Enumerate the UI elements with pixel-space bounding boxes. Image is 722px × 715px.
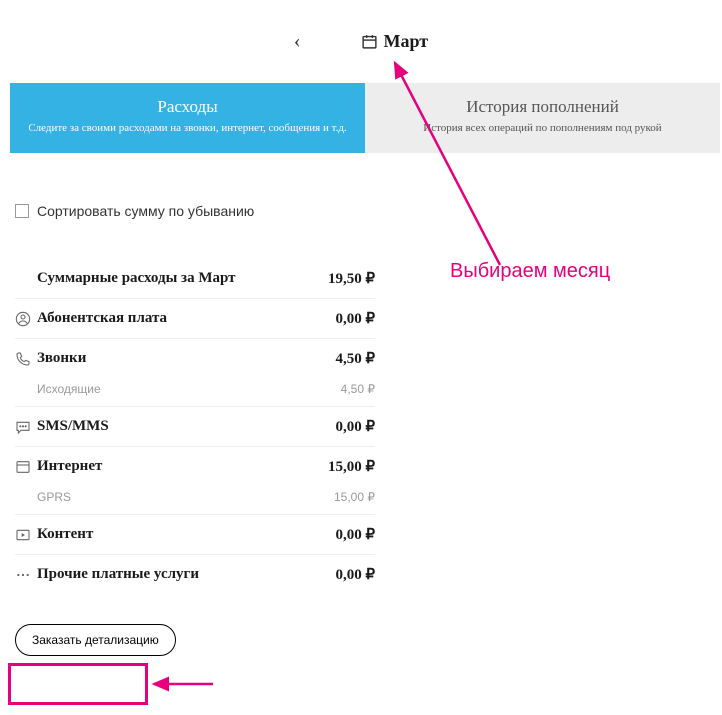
calls-label: Звонки [37, 350, 335, 367]
order-details-button[interactable]: Заказать детализацию [15, 624, 176, 656]
row-calls-sub: Исходящие 4,50 ₽ [15, 378, 375, 407]
summary-label: Суммарные расходы за Март [37, 270, 328, 287]
month-selector: ‹ Март [0, 0, 722, 73]
row-subscription[interactable]: Абонентская плата 0,00 ₽ [15, 299, 375, 339]
row-content[interactable]: Контент 0,00 ₽ [15, 515, 375, 555]
tabs: Расходы Следите за своими расходами на з… [10, 83, 720, 153]
tab-history-title: История пополнений [375, 97, 710, 117]
row-sms[interactable]: SMS/MMS 0,00 ₽ [15, 407, 375, 447]
sms-value: 0,00 ₽ [335, 417, 375, 436]
row-internet-sub: GPRS 15,00 ₽ [15, 486, 375, 515]
phone-icon [15, 351, 37, 367]
browser-icon [15, 459, 37, 475]
internet-sublabel: GPRS [37, 490, 334, 504]
calls-sublabel: Исходящие [37, 382, 341, 396]
calls-value: 4,50 ₽ [335, 349, 375, 368]
message-icon [15, 419, 37, 435]
sort-label: Сортировать сумму по убыванию [37, 203, 254, 219]
calls-subvalue: 4,50 ₽ [341, 382, 375, 396]
subscription-label: Абонентская плата [37, 310, 335, 327]
other-value: 0,00 ₽ [335, 565, 375, 584]
month-label: Март [384, 31, 429, 52]
tab-expenses-subtitle: Следите за своими расходами на звонки, и… [20, 121, 355, 135]
summary-value: 19,50 ₽ [328, 269, 375, 288]
row-calls[interactable]: Звонки 4,50 ₽ [15, 339, 375, 378]
tab-history[interactable]: История пополнений История всех операций… [365, 83, 720, 153]
dots-icon [15, 567, 37, 583]
subscription-value: 0,00 ₽ [335, 309, 375, 328]
internet-value: 15,00 ₽ [328, 457, 375, 476]
annotation-text: Выбираем месяц [450, 260, 610, 283]
sort-checkbox[interactable] [15, 204, 29, 218]
tab-history-subtitle: История всех операций по пополнениям под… [375, 121, 710, 135]
annotation-arrow-bottom [148, 672, 218, 696]
expenses-content: Сортировать сумму по убыванию Суммарные … [15, 153, 375, 656]
summary-row: Суммарные расходы за Март 19,50 ₽ [15, 259, 375, 299]
other-label: Прочие платные услуги [37, 566, 335, 583]
content-value: 0,00 ₽ [335, 525, 375, 544]
prev-month-button[interactable]: ‹ [294, 30, 301, 53]
row-other[interactable]: Прочие платные услуги 0,00 ₽ [15, 555, 375, 594]
internet-label: Интернет [37, 458, 328, 475]
tab-expenses-title: Расходы [20, 97, 355, 117]
calendar-icon [361, 33, 378, 50]
month-picker[interactable]: Март [361, 31, 429, 52]
content-label: Контент [37, 526, 335, 543]
annotation-highlight [8, 663, 148, 705]
sms-label: SMS/MMS [37, 418, 335, 435]
sort-checkbox-row[interactable]: Сортировать сумму по убыванию [15, 203, 375, 219]
user-icon [15, 311, 37, 327]
row-internet[interactable]: Интернет 15,00 ₽ [15, 447, 375, 486]
internet-subvalue: 15,00 ₽ [334, 490, 375, 504]
play-icon [15, 527, 37, 543]
tab-expenses[interactable]: Расходы Следите за своими расходами на з… [10, 83, 365, 153]
